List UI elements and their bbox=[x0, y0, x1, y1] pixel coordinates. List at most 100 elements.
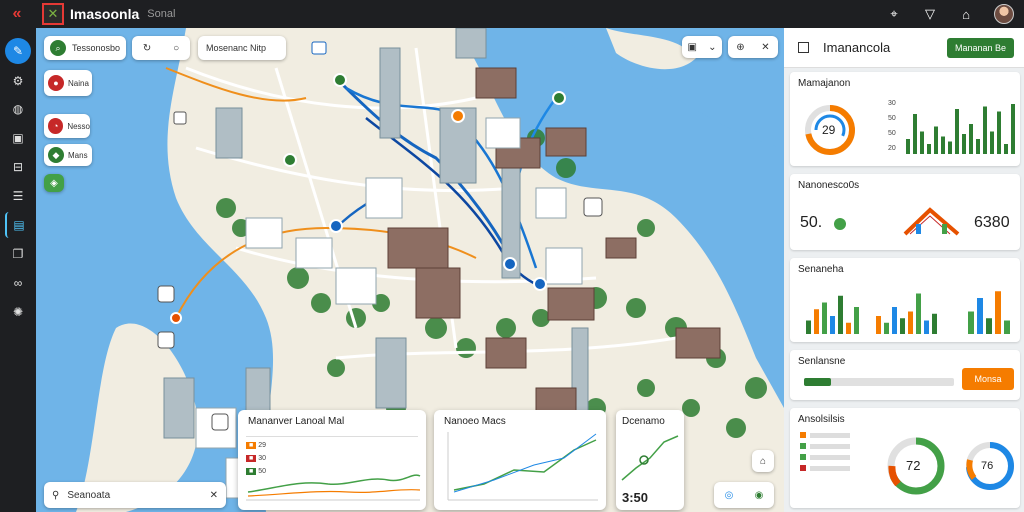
stats-card-2[interactable]: Nanonesco0s 50. 6380 bbox=[790, 174, 1020, 250]
close-icon[interactable]: ✕ bbox=[761, 42, 769, 53]
stats-card-5-gauges bbox=[887, 437, 1014, 495]
panel-header: Imanancola Mananan Be bbox=[784, 28, 1024, 68]
route-card-1-chart bbox=[246, 474, 421, 501]
route-card-2-chart bbox=[447, 432, 598, 501]
refresh-icon[interactable]: ↻ bbox=[143, 43, 151, 54]
stats-card-3-bar bbox=[846, 322, 851, 334]
stats-card-1-bar bbox=[913, 114, 917, 154]
layers-icon: ◈ bbox=[50, 177, 58, 189]
stats-card-1-bar bbox=[955, 109, 959, 154]
screen-icon[interactable]: ▣ bbox=[688, 42, 697, 53]
settings-icon[interactable]: ⚙ bbox=[5, 68, 31, 94]
route-card-3-value: 3:50 bbox=[622, 490, 649, 505]
axis-label: 20 bbox=[888, 145, 896, 152]
bottom-search[interactable]: ⚲ Seanoata ✕ bbox=[44, 482, 226, 508]
route-card-3[interactable]: Dcenamo 3:50 bbox=[616, 410, 684, 510]
locate-icon[interactable]: ◉ bbox=[755, 490, 764, 501]
lock-button[interactable]: ⌂ bbox=[752, 450, 774, 472]
stats-card-3-bar bbox=[977, 298, 983, 334]
map-nav-controls: ◎ ◉ bbox=[714, 482, 774, 508]
stats-card-3-bars bbox=[806, 291, 1010, 334]
stats-card-3-bar bbox=[838, 295, 843, 334]
tag-icon: ◆ bbox=[48, 147, 64, 163]
stats-card-3-bar bbox=[884, 322, 889, 334]
stats-card-1-bar bbox=[990, 131, 994, 154]
stats-card-5-gauge-1-value: 72 bbox=[906, 458, 921, 473]
chip-3[interactable]: ◆ Mans bbox=[44, 144, 92, 166]
map-search[interactable]: ⌕ Tessonosbo bbox=[44, 36, 126, 60]
progress-track bbox=[804, 378, 954, 386]
menu-icon[interactable]: ✎ bbox=[5, 38, 31, 64]
map-view-controls: ▣ ⌄ bbox=[682, 36, 722, 58]
pin-icon[interactable]: ⌖ bbox=[886, 6, 902, 22]
route-card-2[interactable]: Nanoeo Macs bbox=[434, 410, 606, 510]
axis-label: 50 bbox=[888, 115, 896, 122]
stats-card-3-bar bbox=[932, 313, 937, 334]
panel-action-button[interactable]: Mananan Be bbox=[946, 38, 1014, 58]
circle-icon[interactable]: ○ bbox=[173, 43, 179, 54]
route-card-1[interactable]: Mananver Lanoal Mal ■ 29 ■ 30 ■ 50 bbox=[238, 410, 426, 510]
stats-card-1-bar bbox=[948, 141, 952, 154]
chevron-icon[interactable]: ⌄ bbox=[708, 42, 716, 53]
close-icon[interactable]: ✕ bbox=[210, 490, 218, 501]
stats-card-1-axis: 30 50 50 20 bbox=[888, 96, 896, 156]
left-rail: ✎ ⚙ ◍ ▣ ⊟ ☰ ▤ ❐ ∞ ✺ bbox=[0, 28, 36, 512]
document-icon[interactable]: ☰ bbox=[5, 183, 31, 209]
globe-icon[interactable]: ✺ bbox=[5, 299, 31, 325]
clock-icon: ◔ bbox=[48, 118, 64, 134]
stats-card-1[interactable]: Mamajanon 29 30 50 50 20 bbox=[790, 72, 1020, 166]
stats-card-1-bar bbox=[997, 111, 1001, 154]
stats-card-2-trend bbox=[903, 207, 960, 236]
chip-1[interactable]: ● Naina bbox=[44, 70, 92, 96]
stats-card-1-bar bbox=[976, 139, 980, 154]
chip-3-label: Mans bbox=[68, 150, 88, 160]
stats-card-1-bar bbox=[969, 124, 973, 154]
app-subtitle: Sonal bbox=[147, 8, 176, 20]
bottom-search-label: Seanoata bbox=[67, 489, 111, 501]
stats-card-4[interactable]: Senlansne Monsa bbox=[790, 350, 1020, 400]
stats-card-3-bar bbox=[892, 307, 897, 334]
inbox-icon[interactable]: ⊟ bbox=[5, 154, 31, 180]
home-icon[interactable]: ⌂ bbox=[958, 7, 974, 22]
stats-card-1-bar bbox=[941, 136, 945, 154]
map-filter[interactable]: Mosenanc Nitp bbox=[198, 36, 286, 60]
map-tools: ↻ ○ bbox=[132, 36, 190, 60]
top-bar: « ✕ Imasoonla Sonal ⌖ ▽ ⌂ bbox=[0, 0, 1024, 28]
app-title: Imasoonla bbox=[70, 6, 140, 22]
stats-card-3-bar bbox=[916, 293, 921, 334]
checkbox-icon[interactable] bbox=[798, 42, 809, 53]
camera-icon[interactable]: ▣ bbox=[5, 125, 31, 151]
stats-card-3-bar bbox=[822, 302, 827, 334]
layers-button[interactable]: ◈ bbox=[44, 174, 64, 192]
map-search-label: Tessonosbo bbox=[72, 43, 121, 53]
stats-card-4-title: Senlansne bbox=[798, 356, 846, 367]
stats-card-1-bar bbox=[962, 134, 966, 154]
stats-card-2-right-value: 6380 bbox=[974, 214, 1010, 231]
card-4-button[interactable]: Monsa bbox=[962, 368, 1014, 390]
stats-card-1-gauge-value: 29 bbox=[822, 123, 836, 137]
stats-card-1-bar bbox=[906, 139, 910, 154]
filter-icon[interactable]: ▽ bbox=[922, 6, 938, 22]
chip-2[interactable]: ◔ Nesso bbox=[44, 114, 90, 138]
stats-card-3-bar bbox=[1004, 320, 1010, 334]
chip-2-label: Nesso bbox=[67, 121, 90, 131]
compass-icon[interactable]: ◎ bbox=[725, 490, 734, 501]
back-arrow-icon[interactable]: « bbox=[0, 0, 34, 28]
zoom-icon[interactable]: ⊕ bbox=[736, 42, 744, 53]
stats-card-3-bar bbox=[968, 311, 974, 334]
bookmark-icon[interactable]: ❐ bbox=[5, 241, 31, 267]
stats-card-1-bar bbox=[927, 144, 931, 154]
stats-card-3-bar bbox=[876, 316, 881, 334]
stats-card-3-bar bbox=[924, 320, 929, 334]
stats-card-3-bar bbox=[900, 318, 905, 334]
link-icon[interactable]: ∞ bbox=[5, 270, 31, 296]
pin-icon[interactable]: ◍ bbox=[5, 96, 31, 122]
stats-card-3[interactable]: Senaneha bbox=[790, 258, 1020, 342]
stats-card-5[interactable]: Ansolsilsis 72 76 bbox=[790, 408, 1020, 508]
avatar[interactable] bbox=[994, 4, 1014, 24]
right-panel: Imanancola Mananan Be Mamajanon 29 30 50 5… bbox=[784, 28, 1024, 512]
monitor-icon[interactable]: ▤ bbox=[5, 212, 31, 238]
stats-card-1-bar bbox=[983, 106, 987, 154]
stats-card-1-bar bbox=[920, 131, 924, 154]
map-view[interactable]: ⌕ Tessonosbo ↻ ○ Mosenanc Nitp ● Naina ◔… bbox=[36, 28, 784, 512]
